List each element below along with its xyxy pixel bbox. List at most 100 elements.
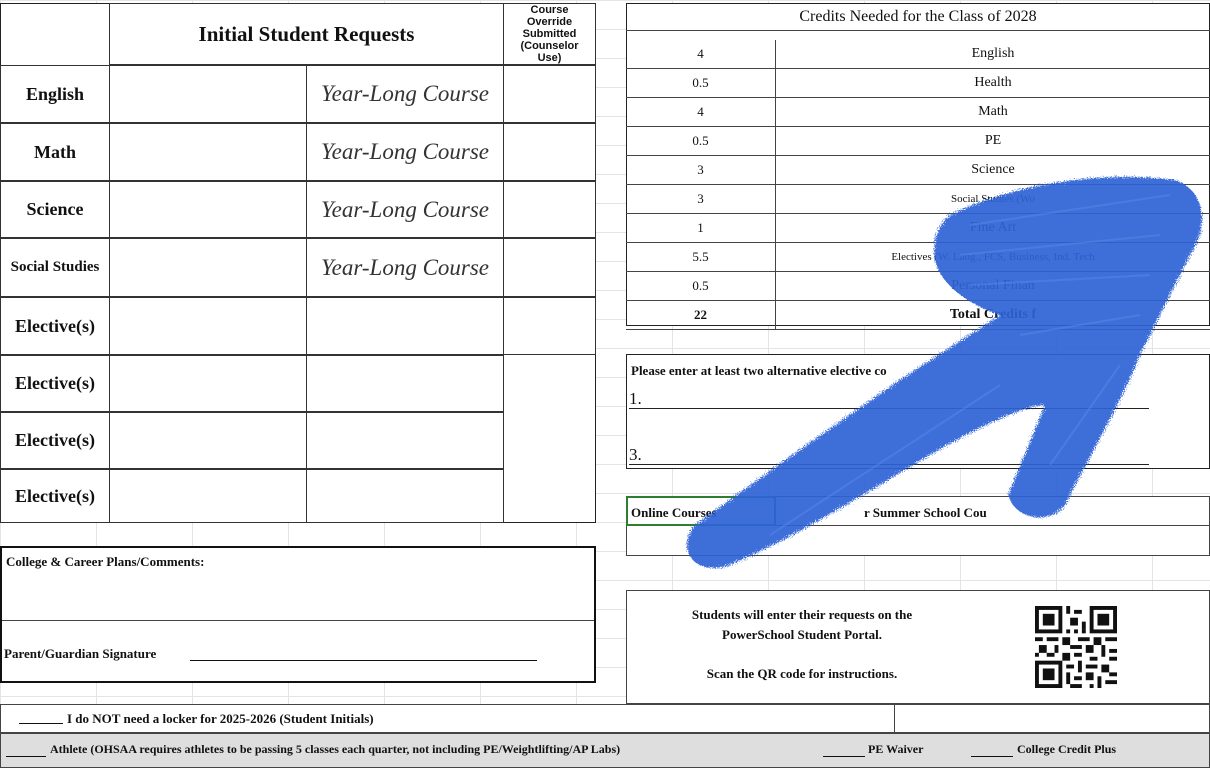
override-header-text: Course Override Submitted (Counselor Use… — [520, 4, 579, 64]
credit-amount: 3 — [626, 156, 776, 184]
override-header: Course Override Submitted (Counselor Use… — [503, 3, 596, 65]
credit-row: 22 Total Credits f — [626, 301, 1210, 330]
alternative-line-3[interactable]: 3. — [629, 445, 1149, 465]
plans-label: College & Career Plans/Comments: — [6, 554, 205, 569]
credits-title: Credits Needed for the Class of 2028 — [799, 7, 1037, 25]
credit-row: 4 English — [626, 40, 1210, 69]
pe-waiver-check-line[interactable] — [823, 756, 865, 757]
signature-label: Parent/Guardian Signature — [4, 646, 157, 661]
subject-cell: Elective(s) — [0, 412, 110, 469]
subject-label: Math — [34, 141, 76, 162]
override-cell[interactable] — [503, 181, 596, 238]
course-input-cell[interactable] — [109, 181, 307, 238]
locker-text: I do NOT need a locker for 2025-2026 (St… — [67, 711, 374, 726]
credit-amount: 0.5 — [626, 127, 776, 155]
course-input-cell[interactable] — [109, 297, 307, 355]
year-long-note-cell: Year-Long Course — [306, 238, 504, 297]
course-input-cell[interactable] — [109, 123, 307, 181]
subject-label: English — [25, 83, 85, 104]
credit-amount: 4 — [626, 40, 776, 68]
subject-label: Elective(s) — [15, 373, 95, 393]
credit-row: 4 Math — [626, 98, 1210, 127]
year-long-note: Year-Long Course — [320, 254, 490, 280]
footer-row: Athlete (OHSAA requires athletes to be p… — [0, 733, 1210, 768]
override-cell[interactable] — [503, 238, 596, 297]
credit-amount: 0.5 — [626, 69, 776, 97]
subject-label: Science — [26, 199, 84, 219]
subject-cell: Math — [0, 123, 110, 181]
credit-row: 3 Social Studies (Wo — [626, 185, 1210, 214]
online-courses-box: Online Courses r Summer School Cou — [626, 496, 1210, 556]
credit-row: 0.5 Personal Finan — [626, 272, 1210, 301]
credit-row: 3 Science — [626, 156, 1210, 185]
course-input-cell[interactable] — [109, 412, 307, 469]
credit-subject: Science — [971, 162, 1015, 177]
summer-school-label: r Summer School Cou — [864, 505, 987, 520]
year-long-note: Year-Long Course — [320, 139, 490, 164]
override-cell[interactable] — [503, 297, 596, 355]
subject-label: Social Studies — [10, 259, 100, 275]
elective-input-cell[interactable] — [306, 412, 504, 469]
override-cell[interactable] — [503, 123, 596, 181]
credit-subject: Social Studies (Wo — [950, 193, 1036, 205]
requests-header: Initial Student Requests — [109, 3, 504, 65]
year-long-note-cell: Year-Long Course — [306, 181, 504, 238]
subject-cell: Elective(s) — [0, 355, 110, 412]
elective-input-cell[interactable] — [306, 297, 504, 355]
credit-amount: 1 — [626, 214, 776, 242]
credit-amount: 3 — [626, 185, 776, 213]
credit-subject: Total Credits f — [949, 307, 1037, 322]
qr-code-icon[interactable] — [1035, 606, 1117, 688]
elective-input-cell[interactable] — [306, 469, 504, 523]
subject-label: Elective(s) — [15, 485, 95, 506]
alternative-line-3-label: 3. — [629, 445, 642, 464]
course-input-cell[interactable] — [109, 469, 307, 523]
online-courses-label: Online Courses — [631, 505, 717, 520]
plans-divider — [2, 620, 594, 621]
credits-title-cell: Credits Needed for the Class of 2028 — [626, 3, 1210, 31]
override-cell[interactable] — [503, 65, 596, 123]
alternatives-box: Please enter at least two alternative el… — [626, 354, 1210, 469]
portal-line-2: PowerSchool Student Portal. — [722, 627, 882, 642]
credit-row: 0.5 PE — [626, 127, 1210, 156]
credit-row: 1 Fine Art — [626, 214, 1210, 243]
subject-cell: Social Studies — [0, 238, 110, 297]
credit-subject: Personal Finan — [951, 278, 1035, 293]
credit-amount: 22 — [626, 301, 776, 329]
locker-divider — [894, 705, 895, 732]
credit-subject: PE — [984, 133, 1002, 148]
ccp-text: College Credit Plus — [1017, 742, 1117, 756]
locker-initials-line[interactable] — [19, 723, 63, 724]
year-long-note: Year-Long Course — [320, 196, 490, 222]
credit-amount: 0.5 — [626, 272, 776, 300]
year-long-note-cell: Year-Long Course — [306, 65, 504, 123]
course-input-cell[interactable] — [109, 65, 307, 123]
elective-input-cell[interactable] — [306, 355, 504, 412]
credit-subject: Electives (W. Lang., FCS, Business, Ind.… — [891, 251, 1095, 263]
subject-cell: Elective(s) — [0, 297, 110, 355]
ccp-check-line[interactable] — [971, 756, 1013, 757]
alternative-line-1[interactable]: 1. — [629, 389, 1149, 409]
credit-subject: Math — [978, 104, 1008, 119]
subject-label: Elective(s) — [15, 430, 95, 450]
alternative-line-1-label: 1. — [629, 389, 642, 408]
pe-waiver-text: PE Waiver — [868, 742, 924, 756]
credit-row: 5.5 Electives (W. Lang., FCS, Business, I… — [626, 243, 1210, 272]
credit-subject: Health — [974, 75, 1012, 90]
credit-amount: 5.5 — [626, 243, 776, 271]
athlete-check-line[interactable] — [6, 756, 46, 757]
portal-box: Students will enter their requests on th… — [626, 590, 1210, 704]
course-input-cell[interactable] — [109, 238, 307, 297]
subject-cell: Elective(s) — [0, 469, 110, 523]
credit-amount: 4 — [626, 98, 776, 126]
athlete-text: Athlete (OHSAA requires athletes to be p… — [50, 742, 621, 756]
alternatives-prompt: Please enter at least two alternative el… — [631, 363, 887, 378]
course-input-cell[interactable] — [109, 355, 307, 412]
plans-box: College & Career Plans/Comments: Parent/… — [0, 546, 596, 683]
portal-line-1: Students will enter their requests on th… — [691, 607, 913, 622]
portal-line-3: Scan the QR code for instructions. — [706, 666, 898, 681]
year-long-note-cell: Year-Long Course — [306, 123, 504, 181]
subject-cell: English — [0, 65, 110, 123]
requests-title: Initial Student Requests — [198, 21, 415, 46]
signature-line[interactable] — [190, 660, 537, 661]
